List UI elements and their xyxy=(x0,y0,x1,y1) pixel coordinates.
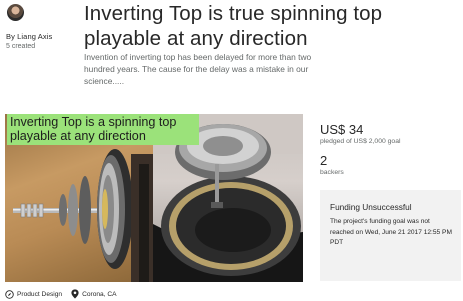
location-label: Corona, CA xyxy=(82,290,117,298)
pledged-goal: pledged of US$ 2,000 goal xyxy=(320,138,401,145)
funding-status-box: Funding Unsuccessful The project's fundi… xyxy=(320,190,461,281)
project-tags: Product Design Corona, CA xyxy=(5,289,117,299)
pledged-amount: US$ 34 xyxy=(320,122,364,137)
creator-name[interactable]: By Liang Axis xyxy=(6,32,76,41)
backers-label: backers xyxy=(320,169,344,176)
avatar[interactable] xyxy=(7,4,24,21)
funding-stats: US$ 34 pledged of US$ 2,000 goal 2 backe… xyxy=(320,122,460,176)
video-caption: Inverting Top is a spinning top playable… xyxy=(7,114,199,145)
project-video[interactable]: Inverting Top is a spinning top playable… xyxy=(5,114,303,282)
creator-created-count: 5 created xyxy=(6,43,36,50)
backers-count: 2 xyxy=(320,153,328,168)
funding-status-title: Funding Unsuccessful xyxy=(330,202,412,212)
project-title: Inverting Top is true spinning top playa… xyxy=(84,2,383,50)
category-label: Product Design xyxy=(17,290,63,298)
category-tag[interactable]: Product Design xyxy=(5,289,63,299)
funding-status-message: The project's funding goal was not reach… xyxy=(330,218,452,246)
map-pin-icon xyxy=(71,289,79,299)
location-tag[interactable]: Corona, CA xyxy=(71,289,117,299)
compass-icon xyxy=(5,289,14,299)
creator-block: By Liang Axis 5 created xyxy=(6,4,76,50)
project-blurb: Invention of inverting top has been dela… xyxy=(84,52,312,86)
